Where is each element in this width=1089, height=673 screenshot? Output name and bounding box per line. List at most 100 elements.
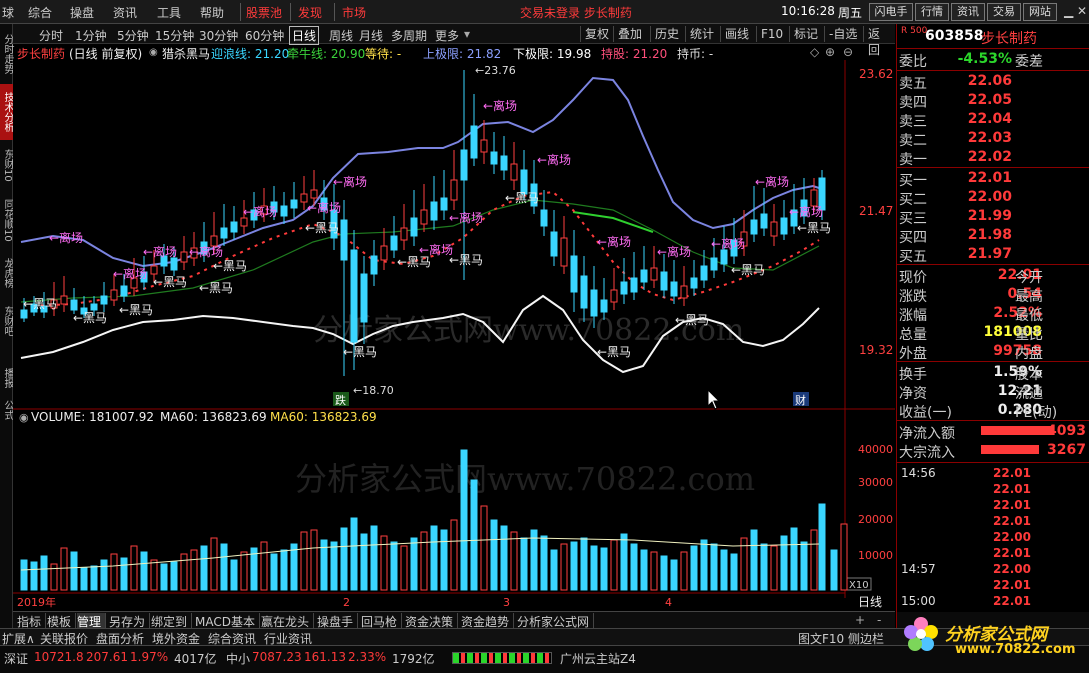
sell-row: 卖一 22.02 <box>897 148 1089 168</box>
left-tab-dongcai[interactable]: 东财10 <box>0 144 13 186</box>
low-price-marker: ←18.70 <box>353 384 394 397</box>
add-icon[interactable]: + <box>855 613 869 627</box>
chevron-down-icon[interactable]: ▾ <box>464 27 470 41</box>
date-label: 2 <box>343 596 350 609</box>
volume-bar <box>140 551 148 591</box>
left-tab-timeline[interactable]: 分时走势 <box>0 26 13 82</box>
menu-item-qiu[interactable]: 球 <box>2 4 14 21</box>
stat-row: 外盘 99758 内盘 <box>897 342 1089 362</box>
period-15min[interactable]: 15分钟 <box>155 27 194 44</box>
diamond-icon[interactable]: ◇ <box>810 45 819 59</box>
toolbar-fanhui[interactable]: 返回 <box>863 26 895 57</box>
toolbar-biaoji[interactable]: 标记 <box>789 26 822 42</box>
news-button[interactable]: 资讯 <box>951 3 985 21</box>
volume-bar <box>180 553 188 591</box>
stat-label: 总量 <box>899 327 927 343</box>
quote-button[interactable]: 行情 <box>915 3 949 21</box>
toolbar-fuquan[interactable]: 复权 <box>580 26 613 42</box>
period-multi[interactable]: 多周期 <box>391 27 427 44</box>
volume-bar <box>830 549 838 591</box>
volume-bar <box>540 535 548 591</box>
market-strength-meter <box>452 652 552 664</box>
period-weekly[interactable]: 周线 <box>329 27 353 44</box>
sell-label: 卖四 <box>899 95 927 111</box>
trade-button[interactable]: 交易 <box>987 3 1021 21</box>
heima-signal: ←黑马 <box>73 311 107 325</box>
flash-trade-button[interactable]: 闪电手 <box>869 3 913 21</box>
zx-pct: 2.33% <box>348 650 387 664</box>
period-daily[interactable]: 日线 <box>289 26 320 45</box>
server-name: 广州云主站Z4 <box>560 652 636 666</box>
menu-item-zixun[interactable]: 资讯 <box>113 4 137 21</box>
toolbar-huaxian[interactable]: 画线 <box>720 26 753 42</box>
volume-bar <box>170 561 178 591</box>
left-tab-technical[interactable]: 技术分析 <box>0 84 13 140</box>
candle-body <box>370 255 378 275</box>
volume-bar <box>400 545 408 591</box>
settings-icon[interactable]: ◉ <box>19 411 29 424</box>
date-label: 4 <box>665 596 672 609</box>
weibi-value: -4.53% <box>957 51 1012 67</box>
candle-body <box>680 285 688 299</box>
website-button[interactable]: 网站 <box>1023 3 1057 21</box>
toolbar-f10[interactable]: F10 <box>756 26 787 42</box>
volume-bar <box>650 551 658 591</box>
period-60min[interactable]: 60分钟 <box>245 27 284 44</box>
volume-bar <box>818 503 826 591</box>
sell-price: 22.05 <box>967 92 1012 108</box>
toolbar-lishi[interactable]: 历史 <box>650 26 683 42</box>
sz-amount: 4017亿 <box>174 652 217 666</box>
left-tab-tonghuashun[interactable]: 同花顺10 <box>0 192 13 248</box>
candle-body <box>230 221 238 233</box>
kline-chart[interactable]: 分析家公式网www.70822.com 分析家公式网www.70822.com … <box>13 60 895 610</box>
settings-icon[interactable]: ◉ <box>149 47 158 58</box>
period-fenshi[interactable]: 分时 <box>39 27 63 44</box>
toolbar-tongji[interactable]: 统计 <box>685 26 718 42</box>
period-more[interactable]: 更多 <box>435 27 459 44</box>
period-1min[interactable]: 1分钟 <box>75 27 107 44</box>
volume-bar <box>570 541 578 591</box>
indicator-tabs: 指标 模板 管理 另存为 绑定到 MACD基本 赢在龙头 操盘手 回马枪 资金决… <box>13 611 895 630</box>
menu-item-zonghe[interactable]: 综合 <box>28 4 52 21</box>
volume-bar <box>50 563 58 591</box>
left-tab-bobao[interactable]: 播报 <box>0 364 13 392</box>
zoom-icon[interactable]: ⊕ <box>825 45 835 59</box>
candle-body <box>420 209 428 225</box>
left-tab-dongcaiba[interactable]: 东财吧 <box>0 300 13 342</box>
left-tab-gongshi[interactable]: 公式 <box>0 396 13 424</box>
volume-bar <box>790 527 798 591</box>
menu-item-discover[interactable]: 发现 <box>298 4 322 21</box>
candle-body <box>350 249 358 343</box>
buy-row: 买二 22.00 <box>897 188 1089 208</box>
sell-label: 卖一 <box>899 152 927 168</box>
lichang-signal: ←离场 <box>333 174 367 189</box>
candle-body <box>100 295 108 305</box>
close-icon[interactable]: ✕ <box>1077 4 1087 18</box>
minus-icon[interactable]: - <box>877 613 885 627</box>
minimize-icon[interactable]: ▁ <box>1064 4 1073 18</box>
tick-price: 22.01 <box>993 578 1031 592</box>
menu-item-bangzhu[interactable]: 帮助 <box>200 4 224 21</box>
left-tab-longhubang[interactable]: 龙虎榜 <box>0 252 13 294</box>
period-label: 日线 <box>858 595 882 609</box>
menu-item-market[interactable]: 市场 <box>342 4 366 21</box>
period-monthly[interactable]: 月线 <box>359 27 383 44</box>
menu-item-caopan[interactable]: 操盘 <box>70 4 94 21</box>
zoom-out-icon[interactable]: ⊖ <box>843 45 853 59</box>
candle-body <box>170 257 178 271</box>
stat-label-2: 今开 <box>1015 270 1043 286</box>
lichang-signal: ←离场 <box>657 244 691 259</box>
candle-body <box>410 217 418 237</box>
period-30min[interactable]: 30分钟 <box>199 27 238 44</box>
menu-item-stock-pool[interactable]: 股票池 <box>246 4 282 21</box>
tick-price: 22.01 <box>993 482 1031 496</box>
toolbar-diejia[interactable]: 叠加 <box>613 26 646 42</box>
toolbar-zixuan[interactable]: -自选 <box>824 26 861 42</box>
period-5min[interactable]: 5分钟 <box>117 27 149 44</box>
weekday: 周五 <box>838 6 863 20</box>
candle-body <box>560 237 568 267</box>
menu-item-gongju[interactable]: 工具 <box>157 4 181 21</box>
stat-row: 现价 22.01 今开 <box>897 266 1089 286</box>
sell-row: 卖三 22.04 <box>897 110 1089 130</box>
volume-bar <box>340 527 348 591</box>
